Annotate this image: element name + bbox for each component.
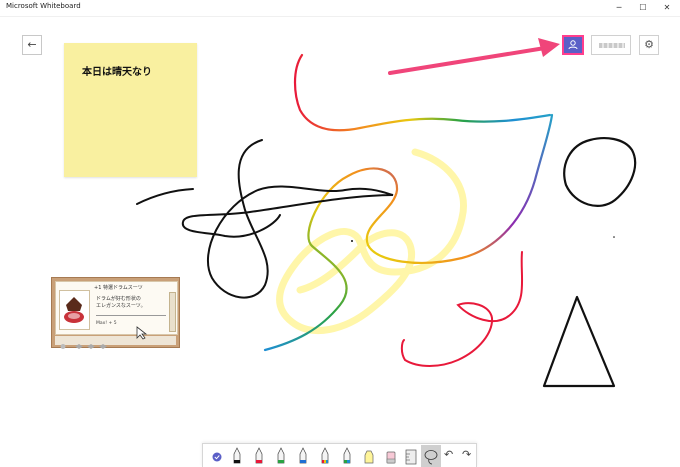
redo-icon[interactable]: ↷ xyxy=(462,448,471,461)
item-thumbnail xyxy=(59,290,90,330)
person-icon xyxy=(568,40,578,50)
item-stat: Max! + 5 xyxy=(96,321,117,326)
pen-rainbow-icon[interactable] xyxy=(315,445,335,467)
ink-canvas[interactable] xyxy=(0,0,680,467)
item-footer-icons xyxy=(60,344,107,349)
settings-button[interactable]: ⚙ xyxy=(639,35,659,55)
highlighter-icon[interactable] xyxy=(359,445,379,467)
lasso-icon[interactable] xyxy=(421,445,441,467)
eraser-icon[interactable] xyxy=(381,445,401,467)
drum-suit-image xyxy=(64,297,84,323)
item-description: ドラムが好む形状の エレガンスなスーツ。 xyxy=(96,296,166,310)
item-divider xyxy=(96,315,166,316)
ink-dot xyxy=(351,240,353,242)
item-description-line: ドラムが好む形状の xyxy=(96,296,141,302)
gear-icon: ⚙ xyxy=(644,38,654,51)
pen-blue-icon[interactable] xyxy=(293,445,313,467)
pen-green-icon[interactable] xyxy=(271,445,291,467)
black-short-stroke xyxy=(136,188,194,205)
item-card-panel: +1 特選ドラムスーツ ドラムが好む形状の エレガンスなスーツ。 Max! + … xyxy=(55,281,178,335)
select-check-icon[interactable] xyxy=(207,445,227,467)
pen-red-icon[interactable] xyxy=(249,445,269,467)
ink-dot xyxy=(613,236,615,238)
account-button[interactable] xyxy=(591,35,631,55)
item-scrollbar xyxy=(169,292,176,332)
pen-galaxy-icon[interactable] xyxy=(337,445,357,467)
item-title: +1 特選ドラムスーツ xyxy=(94,285,143,291)
pen-toolbar: ↶ ↷ xyxy=(202,443,477,467)
ruler-icon[interactable] xyxy=(401,445,421,467)
black-triangle-stroke xyxy=(542,295,616,388)
highlighter-stroke xyxy=(276,148,467,334)
item-card-footer xyxy=(55,336,176,349)
invite-button[interactable] xyxy=(562,35,584,55)
account-name-blurred xyxy=(599,43,625,48)
pasted-image-card[interactable]: +1 特選ドラムスーツ ドラムが好む形状の エレガンスなスーツ。 Max! + … xyxy=(51,277,180,349)
item-description-line: エレガンスなスーツ。 xyxy=(96,303,146,309)
pen-black-icon[interactable] xyxy=(227,445,247,467)
black-circle-stroke xyxy=(563,137,637,207)
cursor-icon xyxy=(136,326,148,340)
undo-icon[interactable]: ↶ xyxy=(444,448,453,461)
annotation-arrow xyxy=(388,38,560,75)
